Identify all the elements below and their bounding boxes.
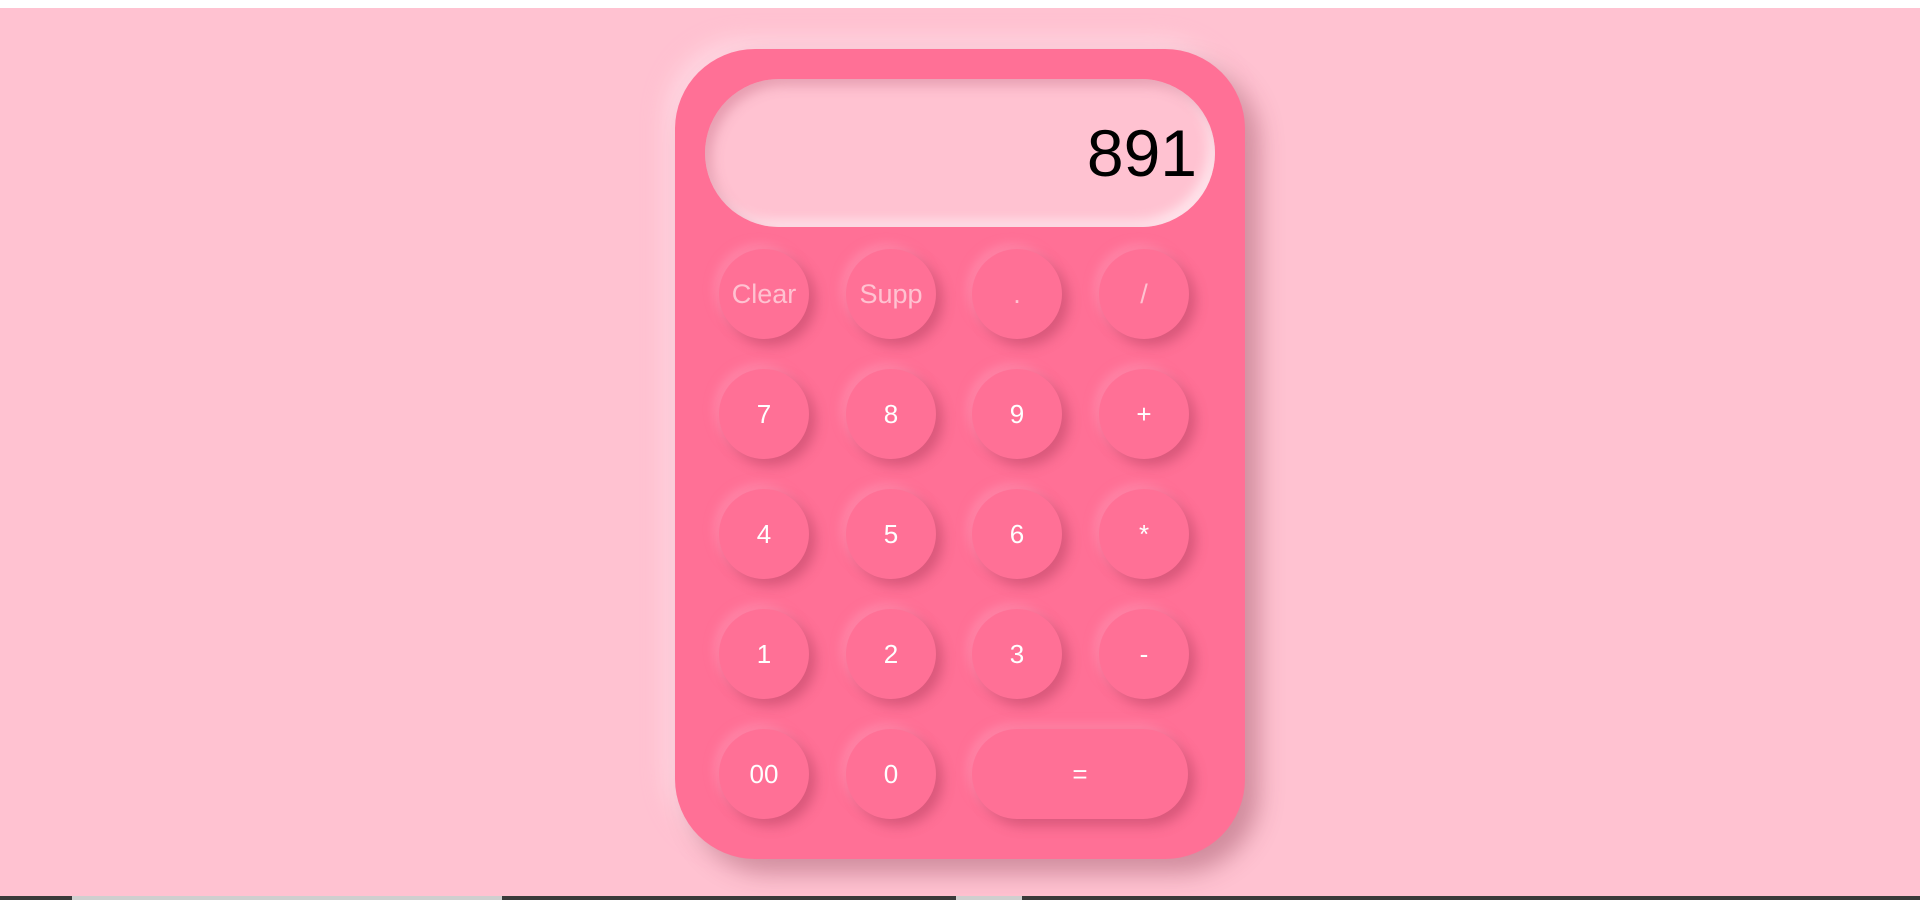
display-value: 891 xyxy=(1086,116,1197,190)
taskbar-strip xyxy=(0,896,1920,900)
four-button[interactable]: 4 xyxy=(719,489,809,579)
nine-button[interactable]: 9 xyxy=(972,369,1062,459)
calculator-display: 891 xyxy=(705,79,1215,227)
equals-button[interactable]: = xyxy=(972,729,1188,819)
decimal-button[interactable]: . xyxy=(972,249,1062,339)
five-button[interactable]: 5 xyxy=(846,489,936,579)
add-button[interactable]: + xyxy=(1099,369,1189,459)
eight-button[interactable]: 8 xyxy=(846,369,936,459)
zero-button[interactable]: 0 xyxy=(846,729,936,819)
calculator: 891 Clear Supp . / 7 8 9 + 4 5 6 * 1 2 3… xyxy=(675,49,1245,859)
seven-button[interactable]: 7 xyxy=(719,369,809,459)
one-button[interactable]: 1 xyxy=(719,609,809,699)
clear-button[interactable]: Clear xyxy=(719,249,809,339)
divide-button[interactable]: / xyxy=(1099,249,1189,339)
double-zero-button[interactable]: 00 xyxy=(719,729,809,819)
six-button[interactable]: 6 xyxy=(972,489,1062,579)
two-button[interactable]: 2 xyxy=(846,609,936,699)
multiply-button[interactable]: * xyxy=(1099,489,1189,579)
taskbar-segment xyxy=(72,896,502,900)
three-button[interactable]: 3 xyxy=(972,609,1062,699)
subtract-button[interactable]: - xyxy=(1099,609,1189,699)
taskbar-segment xyxy=(956,896,1022,900)
delete-button[interactable]: Supp xyxy=(846,249,936,339)
